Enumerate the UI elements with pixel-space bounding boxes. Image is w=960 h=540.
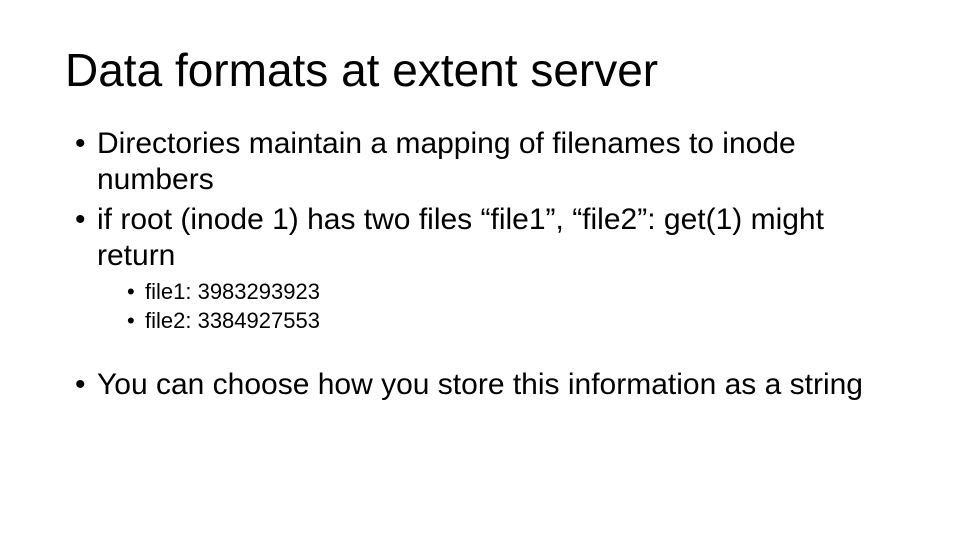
spacer [65,339,895,367]
bullet-text: Directories maintain a mapping of filena… [97,127,796,196]
slide-title: Data formats at extent server [65,45,895,96]
sub-bullet-item: file1: 3983293923 [127,278,895,306]
sub-bullet-list: file1: 3983293923 file2: 3384927553 [127,278,895,335]
sub-bullet-item: file2: 3384927553 [127,307,895,335]
bullet-item: You can choose how you store this inform… [75,367,895,403]
sub-bullet-text: file2: 3384927553 [145,308,320,333]
sub-bullet-text: file1: 3983293923 [145,279,320,304]
bullet-item: if root (inode 1) has two files “file1”,… [75,202,895,335]
bullet-text: You can choose how you store this inform… [97,368,863,401]
slide: Data formats at extent server Directorie… [0,0,960,540]
bullet-list: Directories maintain a mapping of filena… [75,126,895,335]
bullet-list: You can choose how you store this inform… [75,367,895,403]
bullet-text: if root (inode 1) has two files “file1”,… [97,203,824,272]
bullet-item: Directories maintain a mapping of filena… [75,126,895,198]
